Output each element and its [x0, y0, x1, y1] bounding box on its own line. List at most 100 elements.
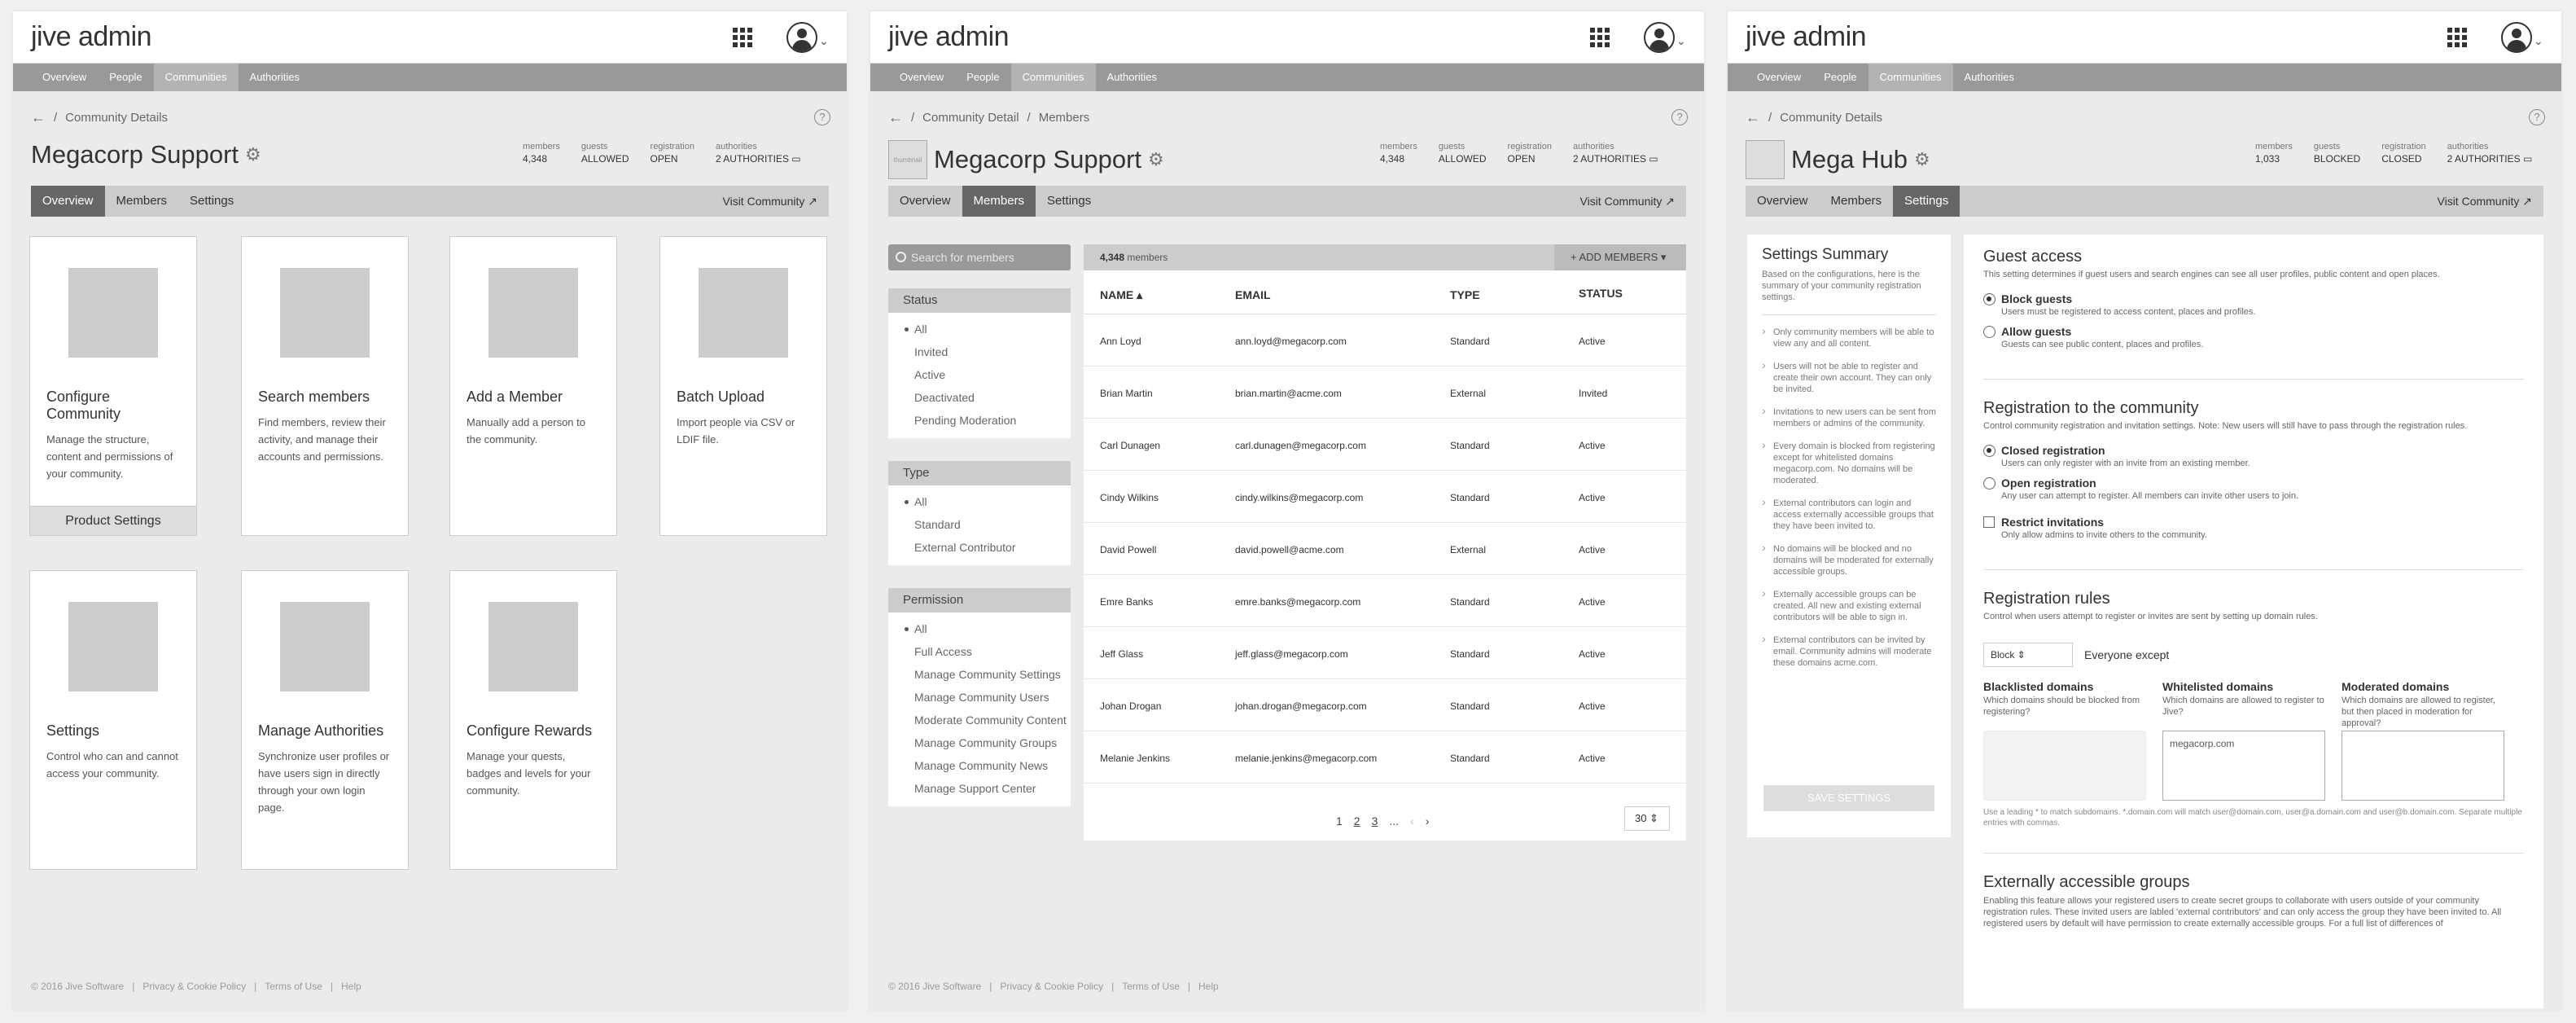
nav-communities[interactable]: Communities [1868, 64, 1953, 91]
filter-option[interactable]: Full Access [888, 640, 1071, 663]
nav-communities[interactable]: Communities [1010, 64, 1096, 91]
filter-option[interactable]: Standard [888, 513, 1071, 536]
filter-option[interactable]: All [888, 318, 1071, 340]
card-add-member[interactable]: Add a Member Manually add a person to th… [449, 236, 617, 536]
chevron-down-icon[interactable]: ⌄ [1676, 34, 1686, 48]
breadcrumb-community-detail[interactable]: Community Detail [922, 111, 1019, 125]
closed-registration-option[interactable]: Closed registration Users can only regist… [1983, 444, 2524, 468]
add-members-button[interactable]: + ADD MEMBERS ▾ [1554, 244, 1686, 270]
radio-selected[interactable] [1983, 293, 1996, 305]
nav-authorities[interactable]: Authorities [239, 64, 311, 91]
gear-icon[interactable]: ⚙ [245, 144, 261, 165]
filter-option[interactable]: Moderate Community Content [888, 709, 1071, 731]
block-guests-option[interactable]: Block guests Users must be registered to … [1983, 292, 2524, 317]
filter-option[interactable]: Manage Community Groups [888, 731, 1071, 754]
filter-option[interactable]: External Contributor [888, 536, 1071, 559]
cell-name[interactable]: Jeff Glass [1100, 648, 1143, 660]
stat-value[interactable]: 2 AUTHORITIES ▭ [1573, 153, 1658, 165]
help-icon[interactable]: ? [1671, 109, 1688, 125]
cell-name[interactable]: Johan Drogan [1100, 700, 1161, 712]
cell-name[interactable]: Emre Banks [1100, 596, 1153, 608]
filter-option[interactable]: Manage Community Users [888, 686, 1071, 709]
filter-option[interactable]: Pending Moderation [888, 409, 1071, 432]
tab-settings[interactable]: Settings [1036, 186, 1102, 217]
nav-people[interactable]: People [955, 64, 1010, 91]
restrict-invitations-option[interactable]: Restrict invitations Only allow admins to… [1983, 516, 2524, 540]
column-type[interactable]: TYPE [1450, 288, 1480, 301]
filter-option[interactable]: Manage Support Center [888, 777, 1071, 800]
tab-settings[interactable]: Settings [178, 186, 245, 217]
page-2[interactable]: 2 [1354, 814, 1360, 828]
save-settings-button[interactable]: SAVE SETTINGS [1763, 785, 1934, 811]
table-row[interactable]: Ann Loyd ann.loyd@megacorp.com Standard Act… [1084, 314, 1686, 367]
per-page-select[interactable]: 30 ⇕ [1624, 806, 1670, 831]
chevron-down-icon[interactable]: ⌄ [819, 34, 829, 48]
card-manage-authorities[interactable]: Manage Authorities Synchronize user prof… [241, 570, 409, 870]
visit-community-link[interactable]: Visit Community ↗ [2426, 186, 2544, 217]
chevron-down-icon[interactable]: ⌄ [2534, 34, 2543, 48]
table-row[interactable]: Johan Drogan johan.drogan@megacorp.com Sta… [1084, 679, 1686, 731]
column-status[interactable]: STATUS [1579, 287, 1623, 300]
page-1[interactable]: 1 [1336, 814, 1343, 828]
table-row[interactable]: Melanie Jenkins melanie.jenkins@megacorp.… [1084, 731, 1686, 784]
whitelisted-domains-field[interactable]: megacorp.com [2162, 731, 2325, 801]
cell-name[interactable]: Brian Martin [1100, 388, 1153, 399]
help-icon[interactable]: ? [2529, 109, 2545, 125]
filter-option[interactable]: Invited [888, 340, 1071, 363]
tab-settings[interactable]: Settings [1893, 186, 1960, 217]
back-arrow-icon[interactable]: ← [31, 109, 46, 126]
app-grid-icon[interactable] [1590, 28, 1610, 47]
cell-name[interactable]: David Powell [1100, 544, 1156, 555]
filter-option[interactable]: Manage Community News [888, 754, 1071, 777]
back-arrow-icon[interactable]: ← [888, 109, 903, 126]
next-page-icon[interactable]: › [1426, 814, 1430, 828]
nav-people[interactable]: People [1812, 64, 1868, 91]
checkbox[interactable] [1983, 516, 1995, 528]
radio[interactable] [1983, 326, 1996, 338]
search-input[interactable]: Search for members [888, 244, 1071, 270]
brand-logo[interactable]: jive admin [31, 21, 152, 53]
visit-community-link[interactable]: Visit Community ↗ [1569, 186, 1687, 217]
nav-people[interactable]: People [98, 64, 153, 91]
prev-page-icon[interactable]: ‹ [1410, 814, 1414, 828]
table-row[interactable]: David Powell david.powell@acme.com Externa… [1084, 523, 1686, 575]
card-configure-community[interactable]: Configure Community Manage the structure… [29, 236, 197, 536]
blacklisted-domains-field[interactable] [1983, 731, 2146, 801]
cell-name[interactable]: Ann Loyd [1100, 336, 1141, 347]
back-arrow-icon[interactable]: ← [1746, 109, 1760, 126]
avatar[interactable] [2501, 22, 2532, 53]
filter-option[interactable]: Manage Community Settings [888, 663, 1071, 686]
card-settings[interactable]: Settings Control who can and cannot acce… [29, 570, 197, 870]
card-batch-upload[interactable]: Batch Upload Import people via CSV or LD… [659, 236, 827, 536]
visit-community-link[interactable]: Visit Community ↗ [712, 186, 830, 217]
brand-logo[interactable]: jive admin [888, 21, 1010, 53]
gear-icon[interactable]: ⚙ [1914, 149, 1930, 170]
column-name[interactable]: NAME ▴ [1100, 288, 1142, 302]
filter-option[interactable]: Active [888, 363, 1071, 386]
stat-value[interactable]: 2 AUTHORITIES ▭ [716, 153, 801, 165]
nav-authorities[interactable]: Authorities [1953, 64, 2026, 91]
cell-name[interactable]: Carl Dunagen [1100, 440, 1160, 451]
footer-terms-link[interactable]: Terms of Use [265, 981, 322, 992]
footer-help-link[interactable]: Help [341, 981, 361, 992]
moderated-domains-field[interactable] [2342, 731, 2504, 801]
filter-option[interactable]: Deactivated [888, 386, 1071, 409]
cell-name[interactable]: Melanie Jenkins [1100, 753, 1170, 764]
filter-option[interactable]: All [888, 617, 1071, 640]
tab-members[interactable]: Members [1820, 186, 1894, 217]
nav-authorities[interactable]: Authorities [1096, 64, 1168, 91]
table-row[interactable]: Jeff Glass jeff.glass@megacorp.com Standar… [1084, 627, 1686, 679]
page-3[interactable]: 3 [1372, 814, 1378, 828]
table-row[interactable]: Cindy Wilkins cindy.wilkins@megacorp.com S… [1084, 471, 1686, 523]
footer-privacy-link[interactable]: Privacy & Cookie Policy [142, 981, 246, 992]
radio[interactable] [1983, 477, 1996, 490]
footer-privacy-link[interactable]: Privacy & Cookie Policy [1000, 981, 1103, 992]
nav-overview[interactable]: Overview [31, 64, 98, 91]
nav-overview[interactable]: Overview [1746, 64, 1812, 91]
app-grid-icon[interactable] [733, 28, 752, 47]
allow-guests-option[interactable]: Allow guests Guests can see public conten… [1983, 325, 2524, 349]
tab-overview[interactable]: Overview [31, 186, 105, 217]
table-row[interactable]: Carl Dunagen carl.dunagen@megacorp.com Sta… [1084, 419, 1686, 471]
table-row[interactable]: Brian Martin brian.martin@acme.com Externa… [1084, 367, 1686, 419]
avatar[interactable] [1644, 22, 1675, 53]
